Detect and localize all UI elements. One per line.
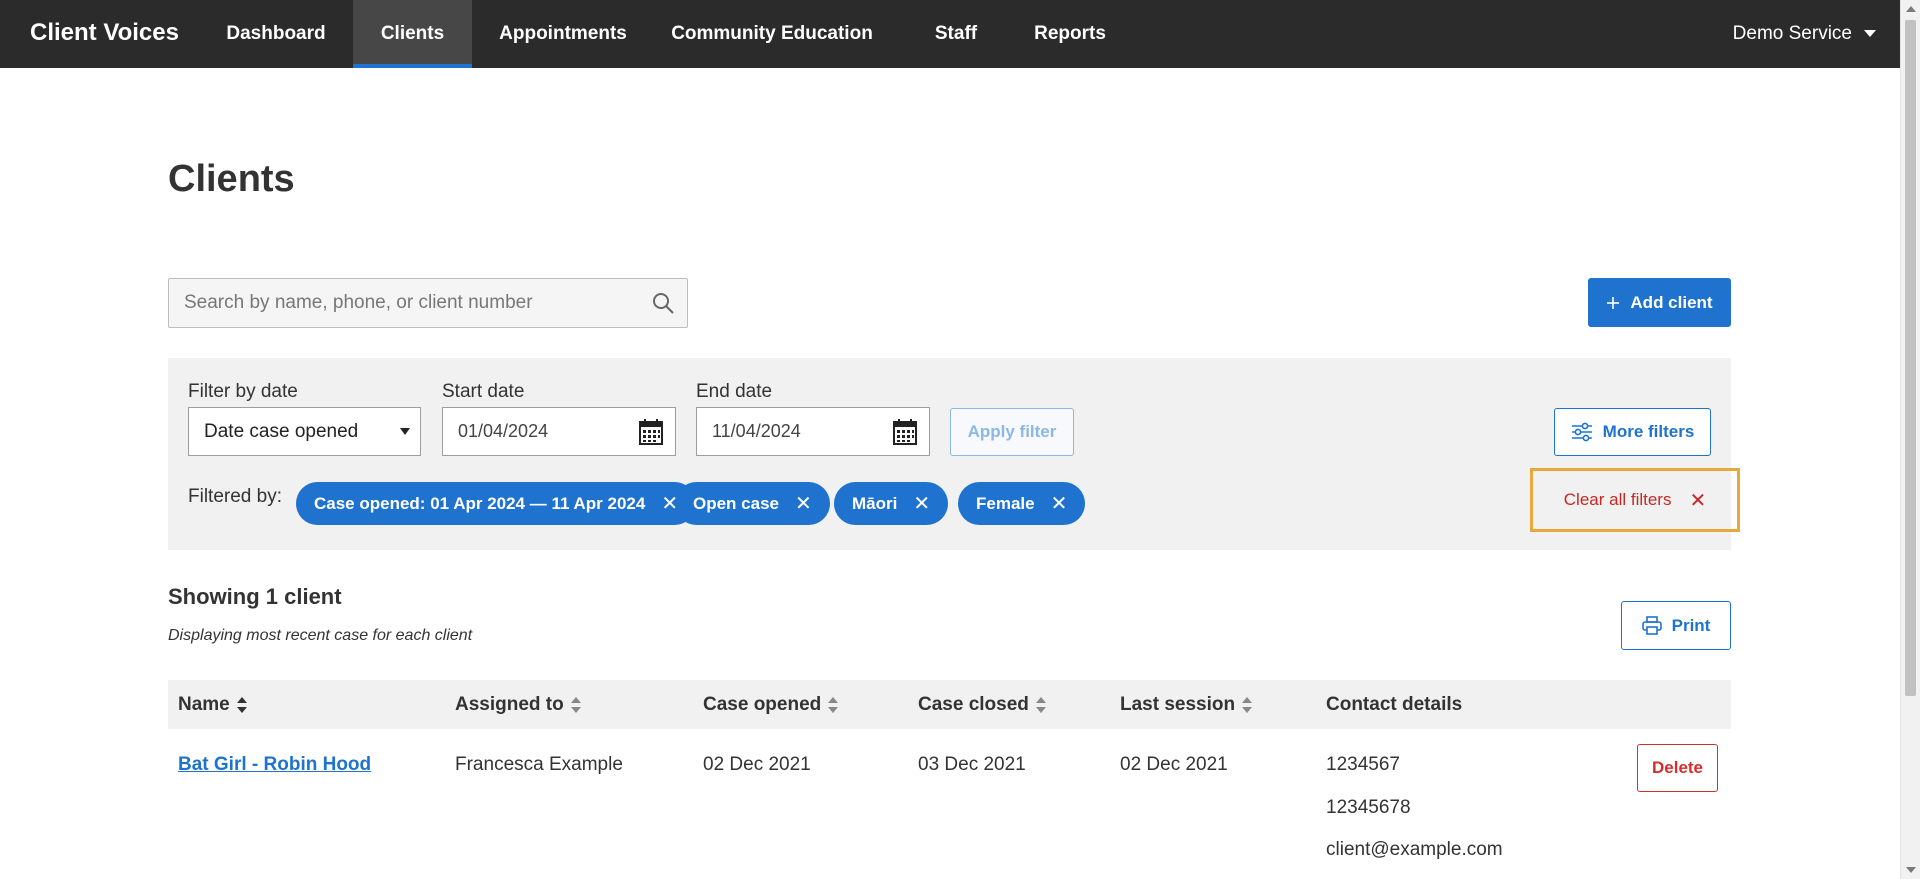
print-button[interactable]: Print: [1621, 601, 1731, 650]
results-note: Displaying most recent case for each cli…: [168, 627, 473, 644]
filter-chip-female[interactable]: Female ✕: [958, 482, 1086, 525]
add-client-label: Add client: [1630, 292, 1713, 312]
column-header-label: Last session: [1120, 694, 1236, 715]
sliders-icon: [1571, 422, 1592, 442]
filter-chip-open-case[interactable]: Open case ✕: [675, 482, 830, 525]
sort-icon[interactable]: [570, 696, 581, 713]
column-header-label: Case closed: [918, 694, 1029, 715]
clear-all-filters-label: Clear all filters: [1563, 490, 1672, 509]
assigned-to-cell: Francesca Example: [455, 754, 623, 775]
column-header-case-opened[interactable]: Case opened: [703, 680, 839, 729]
contact-mobile: 12345678: [1326, 797, 1411, 818]
contact-phone: 1234567: [1326, 754, 1400, 775]
brand-logo[interactable]: Client Voices: [30, 19, 179, 47]
filter-chip-label: Case opened: 01 Apr 2024 — 11 Apr 2024: [314, 493, 646, 513]
nav-item-dashboard[interactable]: Dashboard: [206, 0, 346, 68]
search-input[interactable]: [169, 279, 659, 327]
delete-button[interactable]: Delete: [1637, 744, 1718, 792]
add-client-button[interactable]: Add client: [1588, 278, 1731, 327]
last-session-cell: 02 Dec 2021: [1120, 754, 1228, 775]
close-icon[interactable]: ✕: [913, 494, 930, 514]
apply-filter-button[interactable]: Apply filter: [950, 408, 1074, 456]
start-date-label: Start date: [442, 381, 525, 402]
nav-item-reports[interactable]: Reports: [1022, 0, 1118, 68]
client-name-link[interactable]: Bat Girl - Robin Hood: [178, 754, 371, 776]
results-count: Showing 1 client: [168, 584, 342, 609]
print-label: Print: [1671, 615, 1711, 635]
sort-icon[interactable]: [1035, 696, 1046, 713]
end-date-value: 11/04/2024: [712, 421, 801, 441]
column-header-assigned-to[interactable]: Assigned to: [455, 680, 581, 729]
chevron-down-icon: [1864, 30, 1876, 38]
search-box: [168, 278, 688, 328]
filter-by-date-label: Filter by date: [188, 381, 298, 402]
close-icon[interactable]: ✕: [1051, 494, 1068, 514]
nav-item-staff[interactable]: Staff: [916, 0, 996, 68]
sort-icon[interactable]: [236, 696, 247, 713]
filter-by-date-value: Date case opened: [204, 421, 359, 442]
filter-chip-maori[interactable]: Māori ✕: [834, 482, 949, 525]
nav-item-clients[interactable]: Clients: [353, 0, 472, 68]
page-title: Clients: [168, 158, 295, 200]
scroll-thumb[interactable]: [1905, 20, 1916, 696]
contact-email: client@example.com: [1326, 839, 1503, 860]
filtered-by-label: Filtered by:: [188, 486, 282, 507]
start-date-input[interactable]: 01/04/2024: [442, 407, 676, 456]
scroll-down-arrow-icon[interactable]: [1906, 867, 1916, 873]
printer-icon: [1641, 615, 1662, 635]
top-nav: Client Voices Dashboard Clients Appointm…: [0, 0, 1900, 68]
filter-chip-label: Māori: [852, 493, 898, 513]
end-date-label: End date: [696, 381, 773, 402]
nav-item-appointments[interactable]: Appointments: [480, 0, 646, 68]
column-header-name[interactable]: Name: [178, 680, 247, 729]
column-header-last-session[interactable]: Last session: [1120, 680, 1253, 729]
column-header-case-closed[interactable]: Case closed: [918, 680, 1046, 729]
case-closed-cell: 03 Dec 2021: [918, 754, 1026, 775]
column-header-contact-details: Contact details: [1326, 694, 1463, 715]
column-header-label: Assigned to: [455, 694, 564, 715]
caret-down-icon: [400, 428, 410, 435]
sort-icon[interactable]: [1242, 696, 1253, 713]
column-header-label: Case opened: [703, 694, 822, 715]
nav-item-community-education[interactable]: Community Education: [664, 0, 880, 68]
start-date-value: 01/04/2024: [458, 421, 549, 441]
filter-by-date-select[interactable]: Date case opened: [188, 407, 421, 456]
calendar-icon[interactable]: [639, 419, 663, 445]
filter-chip-case-opened[interactable]: Case opened: 01 Apr 2024 — 11 Apr 2024 ✕: [296, 482, 697, 525]
filter-chip-label: Female: [976, 493, 1035, 513]
filter-panel: Filter by date Date case opened Start da…: [168, 358, 1740, 550]
more-filters-label: More filters: [1602, 422, 1695, 441]
account-name: Demo Service: [1732, 23, 1852, 44]
plus-icon: [1607, 296, 1620, 309]
case-opened-cell: 02 Dec 2021: [703, 754, 811, 775]
search-icon[interactable]: [651, 291, 675, 315]
close-icon[interactable]: ✕: [795, 494, 812, 514]
column-header-label: Name: [178, 694, 230, 715]
filter-chip-label: Open case: [693, 493, 779, 513]
end-date-input[interactable]: 11/04/2024: [696, 407, 930, 456]
more-filters-button[interactable]: More filters: [1554, 408, 1711, 456]
calendar-icon[interactable]: [893, 419, 917, 445]
table-header: Name Assigned to Case opened Case closed…: [168, 680, 1731, 729]
close-icon: ✕: [1689, 489, 1707, 512]
account-menu[interactable]: Demo Service: [1733, 0, 1876, 68]
clear-all-filters-button[interactable]: Clear all filters ✕: [1530, 468, 1740, 532]
sort-icon[interactable]: [828, 696, 839, 713]
scroll-up-arrow-icon[interactable]: [1906, 6, 1916, 12]
vertical-scrollbar[interactable]: [1900, 0, 1920, 879]
